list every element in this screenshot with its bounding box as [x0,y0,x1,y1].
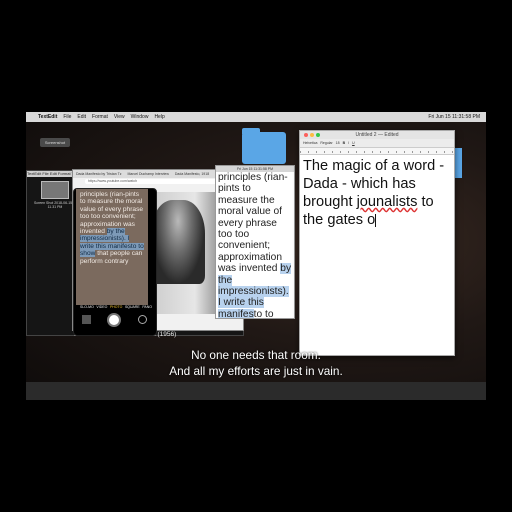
window-title: Untitled 2 — Edited [355,132,399,138]
browser-tab[interactable]: Dada Manifesto by Tristan Tz [73,170,124,178]
bold-button[interactable]: B [343,141,346,145]
browser-tab[interactable]: Marcel Duchamp Interview [124,170,171,178]
mode-video[interactable]: VIDEO [96,305,107,309]
menu-status-clock[interactable]: Fri Jun 15 11:31:58 PM [428,114,480,120]
menu-format[interactable]: Format [92,114,108,120]
screenshot-thumbnail[interactable] [41,181,69,199]
camera-flip-icon[interactable] [138,315,147,324]
mode-slomo[interactable]: SLO-MO [80,305,94,309]
minimize-button[interactable] [310,133,314,137]
subtitle-line: And all my efforts are just in vain. [169,363,343,378]
subtitles: No one needs that room. And all my effor… [26,348,486,379]
screenshot-file-icon[interactable]: Screenshot [40,138,70,147]
camera-viewfinder-text: principles (rian-pints to measure the mo… [76,189,148,305]
textedit-document-text[interactable]: The magic of a word - Dada - which has b… [303,157,453,229]
font-style-select[interactable]: Regular [320,141,332,145]
menu-app-name[interactable]: TextEdit [38,114,57,120]
menu-help[interactable]: Help [154,114,164,120]
mode-square[interactable]: SQUARE [125,305,140,309]
zoom-button[interactable] [316,133,320,137]
video-frame: TextEdit File Edit Format View Window He… [26,112,486,400]
dock-bar [26,382,486,400]
folder-icon[interactable] [242,128,286,164]
menu-edit[interactable]: Edit [77,114,86,120]
menu-window[interactable]: Window [131,114,149,120]
misspelled-word[interactable]: jounalists [357,194,418,210]
font-size-select[interactable]: 18 [336,141,340,145]
format-toolbar: Helvetica Regular 18 B I U [300,139,454,148]
menu-bar: TextEdit File Edit Format View Window He… [26,112,486,122]
font-family-select[interactable]: Helvetica [303,141,317,145]
camera-mode-selector[interactable]: SLO-MO VIDEO PHOTO SQUARE PANO [80,305,152,309]
person-image [151,200,205,284]
mode-photo[interactable]: PHOTO [110,305,122,309]
close-button[interactable] [304,133,308,137]
italic-button[interactable]: I [348,141,349,145]
phone-camera-screen: principles (rian-pints to measure the mo… [73,188,157,336]
mode-pano[interactable]: PANO [142,305,152,309]
photo-thumbnail[interactable] [82,315,91,324]
text-caret [375,213,377,227]
shutter-button[interactable] [107,313,121,327]
thumbnail-caption: Screen Shot 2018-06-15 at 11.31 PM [33,201,77,209]
browser-tab[interactable]: Dada Manifesto, 1918 [172,170,212,178]
document-window: Fri Jun 15 11:31:58 PM principles (rian-… [215,165,295,319]
underline-button[interactable]: U [352,141,355,145]
textedit-title-bar: Untitled 2 — Edited [300,131,454,139]
menu-view[interactable]: View [114,114,125,120]
document-text[interactable]: principles (rian-pints to measure the mo… [216,172,294,318]
ruler[interactable] [300,148,454,155]
textedit-window: Untitled 2 — Edited Helvetica Regular 18… [299,130,455,356]
subtitle-line: No one needs that room. [191,348,321,362]
menu-file[interactable]: File [63,114,71,120]
